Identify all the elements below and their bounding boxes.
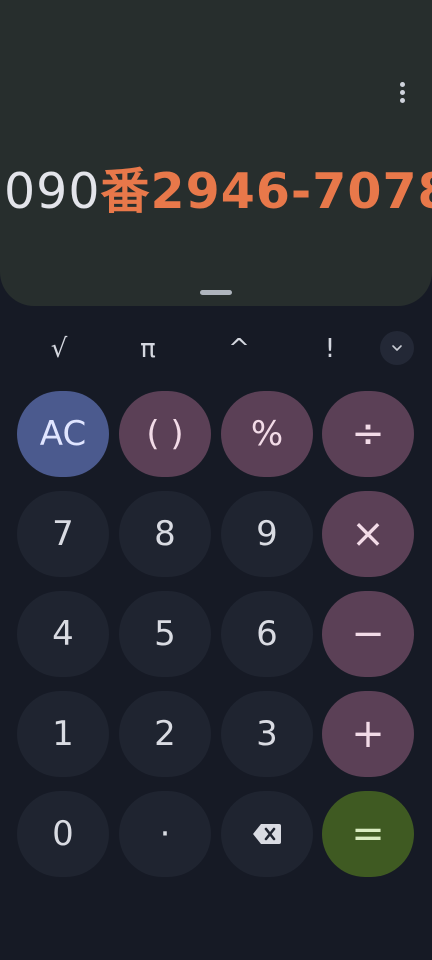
factorial-button[interactable]: ! <box>300 328 360 370</box>
backspace-button[interactable] <box>221 791 313 877</box>
more-options-icon[interactable] <box>386 76 418 108</box>
digit-1-button[interactable]: 1 <box>17 691 109 777</box>
power-button[interactable]: ^ <box>209 328 269 370</box>
digit-6-button[interactable]: 6 <box>221 591 313 677</box>
digit-5-button[interactable]: 5 <box>119 591 211 677</box>
pi-button[interactable]: π <box>118 328 178 370</box>
equals-button[interactable]: = <box>322 791 414 877</box>
chevron-down-icon[interactable] <box>380 331 414 365</box>
decimal-button[interactable]: · <box>119 791 211 877</box>
digit-0-button[interactable]: 0 <box>17 791 109 877</box>
expression-prefix: 090 <box>4 163 101 220</box>
ac-button[interactable]: AC <box>17 391 109 477</box>
digit-3-button[interactable]: 3 <box>221 691 313 777</box>
digit-2-button[interactable]: 2 <box>119 691 211 777</box>
digit-8-button[interactable]: 8 <box>119 491 211 577</box>
multiply-button[interactable]: × <box>322 491 414 577</box>
minus-button[interactable]: − <box>322 591 414 677</box>
expression-field[interactable]: 090番2946-7078 <box>4 162 432 222</box>
result-display: 090番2946-7078 <box>0 0 432 306</box>
plus-button[interactable]: + <box>322 691 414 777</box>
parentheses-button[interactable]: ( ) <box>119 391 211 477</box>
drag-handle[interactable] <box>200 290 232 295</box>
digit-7-button[interactable]: 7 <box>17 491 109 577</box>
chevron-down-svg <box>392 345 402 351</box>
expression-suffix: 2946-7078 <box>150 163 432 220</box>
expression-mid: 番 <box>100 163 151 220</box>
digit-4-button[interactable]: 4 <box>17 591 109 677</box>
backspace-icon <box>253 824 281 844</box>
divide-button[interactable]: ÷ <box>322 391 414 477</box>
digit-9-button[interactable]: 9 <box>221 491 313 577</box>
percent-button[interactable]: % <box>221 391 313 477</box>
sqrt-button[interactable]: √ <box>29 328 89 370</box>
